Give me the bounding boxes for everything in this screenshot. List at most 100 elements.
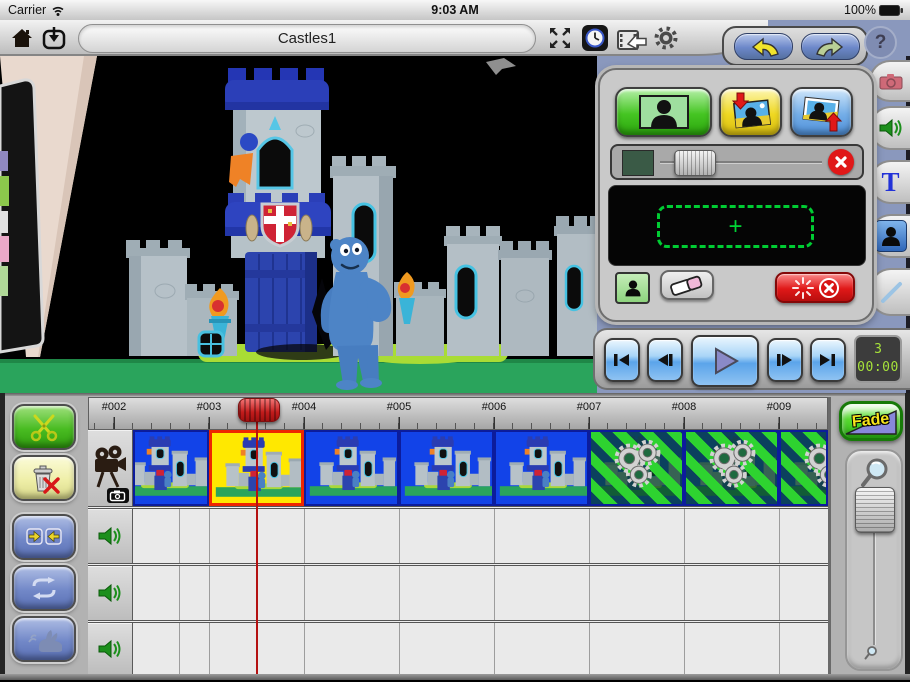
foreground-mode-button[interactable] [615,87,712,137]
ruler-label: #002 [92,401,136,413]
frame-thumbnail-004[interactable] [304,430,399,506]
merge-arrows-icon [26,526,62,548]
play-button[interactable] [691,335,759,387]
frame-counter: 3 00:00 [854,335,902,383]
camera-badge-icon [107,488,129,503]
plus-label: + [728,213,742,241]
timeline-ruler[interactable]: #002#003#004#005#006#007#008#009 [88,397,828,430]
frame-thumbnail-008[interactable] [684,430,779,506]
sparkle-icon [791,276,815,300]
key-color-swatch[interactable] [622,150,654,176]
join-frames-button[interactable] [12,514,76,560]
silhouette-tool-button[interactable] [615,272,650,304]
playback-bar: 3 00:00 [593,328,910,390]
next-frame-button[interactable] [767,338,803,382]
key-delete-button[interactable] [828,149,854,175]
fade-button[interactable]: Fade [839,401,903,441]
playback-speed-button[interactable] [12,616,76,662]
frame-thumbnail-005[interactable] [399,430,494,506]
undo-button[interactable] [734,33,793,60]
person-silhouette-icon [623,278,643,298]
ruler-label: #009 [757,401,801,413]
help-label: ? [875,32,887,54]
ruler-major-ticks [89,417,827,429]
project-title: Castles1 [278,30,336,47]
audio-track-header-3[interactable] [88,623,133,674]
audio-track-header-1[interactable] [88,509,133,563]
settings-button[interactable] [652,24,680,52]
magnifier-small-icon [863,645,878,661]
frame-thumbnail-007[interactable] [589,430,684,506]
frame-strip [133,430,828,506]
timeline-right-edge [905,393,910,682]
ruler-label: #007 [567,401,611,413]
loop-playback-button[interactable] [12,565,76,611]
video-track-header[interactable] [88,430,133,506]
eraser-tool-button[interactable] [660,270,714,300]
ruler-label: #004 [282,401,326,413]
delete-frame-button[interactable] [12,455,76,501]
audio-track-3[interactable] [133,623,828,674]
expand-icon [547,25,573,51]
tab-paint[interactable] [869,268,910,316]
import-icon [41,25,67,51]
frame-thumbnail-009[interactable] [779,430,828,506]
person-chip [875,220,907,252]
clear-key-button[interactable] [775,272,855,303]
audio-track-2[interactable] [133,566,828,620]
frames-right-border [828,397,831,674]
add-background-dropzone[interactable]: + [657,205,814,248]
frame-forward-icon [776,352,794,368]
key-threshold-bar [610,144,864,180]
export-background-button[interactable] [790,87,853,137]
skip-start-icon [613,352,631,368]
processing-gears-icon [591,432,682,504]
app: Carrier 9:03 AM 100% Castles1 [0,0,910,682]
skip-to-end-button[interactable] [810,338,846,382]
skip-to-start-button[interactable] [604,338,640,382]
frame-thumbnail-002[interactable] [133,430,209,506]
tab-camera[interactable] [869,60,910,102]
previous-frame-button[interactable] [647,338,683,382]
fullscreen-button[interactable] [546,24,574,52]
frame-thumbnail-006[interactable] [494,430,589,506]
tab-chroma-key[interactable] [869,214,910,258]
time-lapse-button[interactable] [582,25,608,51]
background-export-icon [801,92,843,132]
scissors-icon [28,412,60,442]
export-movie-button[interactable] [616,24,648,52]
ruler-label: #003 [187,401,231,413]
key-slider-thumb[interactable] [674,150,716,176]
import-background-button[interactable] [719,87,782,137]
import-button[interactable] [40,24,68,52]
background-drop-area: + [608,185,866,266]
timeline-top-edge [0,393,910,396]
audio-track-1[interactable] [133,509,828,563]
audio-track-header-2[interactable] [88,566,133,620]
home-button[interactable] [8,24,36,52]
cut-button[interactable] [12,404,76,450]
redo-button[interactable] [801,33,860,60]
film-export-icon [616,25,648,51]
timeline-zoom-slider [845,449,903,671]
gear-icon [653,25,679,51]
playhead-scrubber[interactable] [238,398,280,422]
play-icon [710,346,740,376]
processing-gears-icon [686,432,777,504]
green-table [0,359,597,393]
toolbar: Castles1 [0,20,768,56]
castle-thumbnail [401,432,492,504]
ruler-label: #008 [662,401,706,413]
movie-camera-icon [93,445,127,491]
clock-time: 9:03 AM [0,3,910,17]
ruler-label: #005 [377,401,421,413]
project-title-field[interactable]: Castles1 [78,24,536,53]
tab-text[interactable]: T [869,160,910,204]
tab-audio[interactable] [869,106,910,150]
loop-icon [27,576,61,600]
help-button[interactable]: ? [864,26,897,59]
undo-redo-group [722,26,868,66]
zoom-slider-thumb[interactable] [855,487,895,533]
frame-back-icon [656,352,674,368]
status-bar: Carrier 9:03 AM 100% [0,0,910,21]
